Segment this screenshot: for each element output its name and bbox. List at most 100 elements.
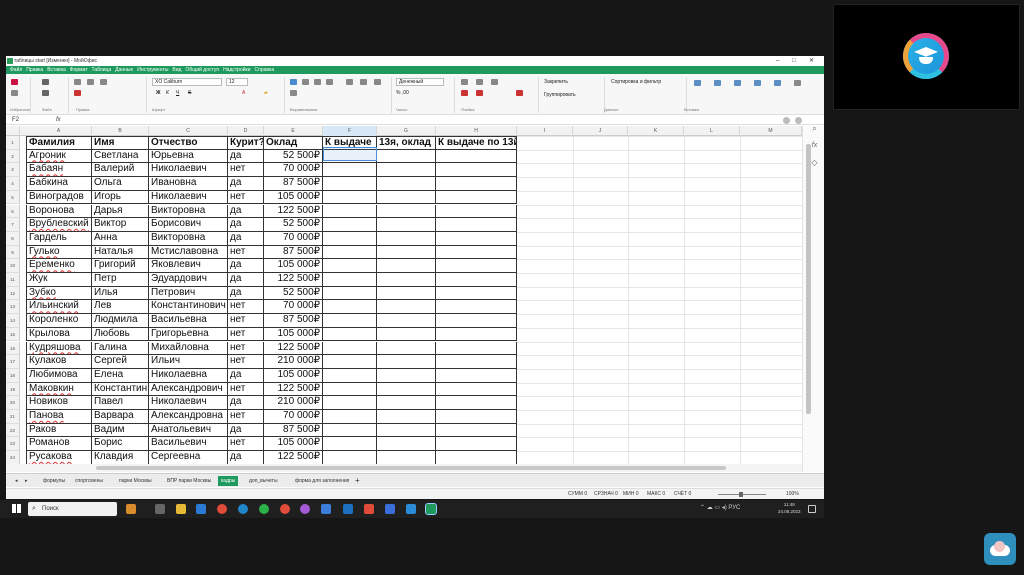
table-header-cell[interactable]: Курит?	[228, 136, 264, 150]
table-cell[interactable]	[436, 259, 517, 273]
table-cell[interactable]: Бабаян	[26, 163, 92, 178]
delete-cell-icon[interactable]	[476, 79, 483, 85]
table-cell[interactable]: 70 000₽	[264, 163, 323, 178]
table-cell[interactable]	[436, 149, 517, 164]
table-cell[interactable]: Николаевич	[149, 163, 228, 178]
column-header[interactable]: K	[628, 126, 684, 136]
table-cell[interactable]: Людмила	[92, 314, 149, 328]
copy-icon[interactable]	[87, 79, 94, 85]
table-cell[interactable]: 52 500₽	[264, 149, 323, 164]
table-cell[interactable]	[436, 286, 517, 301]
row-header[interactable]: 1	[6, 136, 20, 150]
table-cell[interactable]: Короленко	[26, 314, 92, 328]
table-cell[interactable]: да	[228, 149, 264, 164]
table-cell[interactable]: нет	[228, 437, 264, 452]
sheet-tab[interactable]: ВПР парки Москвы	[164, 476, 214, 486]
table-cell[interactable]: Юрьевна	[149, 149, 228, 164]
table-cell[interactable]: Врублевский	[26, 218, 92, 232]
sheet-tab[interactable]: спортсмены	[72, 476, 106, 486]
number-format-select[interactable]: Денежный	[396, 78, 444, 86]
row-header[interactable]: 11	[6, 273, 20, 287]
row-header[interactable]: 17	[6, 355, 20, 369]
row-header[interactable]: 2	[6, 149, 20, 164]
table-cell[interactable]: 105 000₽	[264, 368, 323, 383]
table-cell[interactable]: Кулаков	[26, 355, 92, 369]
notifications-icon[interactable]	[808, 505, 816, 513]
close-icon[interactable]: ✕	[809, 56, 814, 66]
column-header[interactable]: C	[149, 126, 228, 136]
row-header[interactable]: 21	[6, 410, 20, 424]
insert-chart-icon[interactable]	[734, 80, 741, 86]
menu-item[interactable]: Общий доступ	[185, 67, 219, 73]
menu-item[interactable]: Файл	[10, 67, 22, 73]
symbol-icon[interactable]	[794, 80, 801, 86]
table-cell[interactable]	[323, 341, 377, 356]
yandex-icon[interactable]	[280, 504, 290, 514]
table-cell[interactable]: Новиков	[26, 396, 92, 410]
table-cell[interactable]: да	[228, 286, 264, 301]
table-cell[interactable]: 70 000₽	[264, 300, 323, 315]
strikethrough-icon[interactable]: S	[188, 90, 191, 96]
table-cell[interactable]: Константинович	[149, 300, 228, 315]
cell-reference[interactable]: F2	[12, 116, 19, 125]
table-cell[interactable]: Валерий	[92, 163, 149, 178]
minimize-icon[interactable]: –	[776, 56, 779, 66]
column-header[interactable]: M	[740, 126, 802, 136]
table-cell[interactable]: Ильинский	[26, 300, 92, 315]
maximize-icon[interactable]: □	[792, 56, 796, 66]
star-icon[interactable]	[11, 90, 18, 96]
table-cell[interactable]	[377, 245, 436, 260]
table-cell[interactable]: нет	[228, 327, 264, 342]
briefcase-icon[interactable]	[126, 504, 136, 514]
table-cell[interactable]: Анатольевич	[149, 423, 228, 438]
table-cell[interactable]: нет	[228, 314, 264, 328]
taskbar-search-input[interactable]: Поиск	[28, 502, 117, 516]
close-panel-icon[interactable]	[795, 117, 802, 124]
table-cell[interactable]	[323, 437, 377, 452]
table-cell[interactable]	[436, 382, 517, 397]
system-tray[interactable]: ⌃ ☁ ▭ ◂) РУС	[700, 504, 740, 511]
table-cell[interactable]	[436, 423, 517, 438]
sheet-tab[interactable]: доп_вычеты	[246, 476, 281, 486]
table-cell[interactable]	[323, 163, 377, 178]
table-cell[interactable]: Игорь	[92, 190, 149, 205]
table-cell[interactable]	[323, 368, 377, 383]
table-cell[interactable]: Наталья	[92, 245, 149, 260]
search-icon[interactable]: ⌕	[810, 124, 819, 133]
borders-icon[interactable]	[461, 90, 468, 96]
table-cell[interactable]	[436, 368, 517, 383]
table-cell[interactable]: Яковлевич	[149, 259, 228, 273]
row-header[interactable]: 18	[6, 368, 20, 383]
column-header[interactable]: A	[26, 126, 92, 136]
sheet-tab[interactable]: парки Москвы	[116, 476, 155, 486]
table-cell[interactable]	[323, 327, 377, 342]
table-cell[interactable]	[377, 231, 436, 246]
table-cell[interactable]	[377, 273, 436, 287]
table-header-cell[interactable]: Имя	[92, 136, 149, 150]
table-cell[interactable]: да	[228, 259, 264, 273]
edge-icon[interactable]	[238, 504, 248, 514]
row-header[interactable]: 15	[6, 327, 20, 342]
table-cell[interactable]: да	[228, 273, 264, 287]
highlight-icon[interactable]: ▰	[264, 90, 268, 96]
table-cell[interactable]	[377, 163, 436, 178]
wrap-text-icon[interactable]	[290, 90, 297, 96]
column-header[interactable]: I	[517, 126, 573, 136]
insert-table-icon[interactable]	[694, 80, 701, 86]
table-cell[interactable]: 87 500₽	[264, 245, 323, 260]
table-cell[interactable]	[436, 231, 517, 246]
table-cell[interactable]: да	[228, 451, 264, 465]
row-header[interactable]: 10	[6, 259, 20, 273]
table-cell[interactable]	[436, 273, 517, 287]
sheet-tab[interactable]: кадры	[218, 476, 239, 486]
table-cell[interactable]: нет	[228, 341, 264, 356]
table-cell[interactable]: да	[228, 368, 264, 383]
column-header[interactable]: G	[377, 126, 436, 136]
table-cell[interactable]: Борисович	[149, 218, 228, 232]
table-cell[interactable]	[377, 286, 436, 301]
table-cell[interactable]: нет	[228, 382, 264, 397]
sheet-tab[interactable]: формулы	[40, 476, 68, 486]
table-cell[interactable]: Виктор	[92, 218, 149, 232]
table-cell[interactable]: нет	[228, 163, 264, 178]
merge-cells-icon[interactable]	[491, 79, 498, 85]
